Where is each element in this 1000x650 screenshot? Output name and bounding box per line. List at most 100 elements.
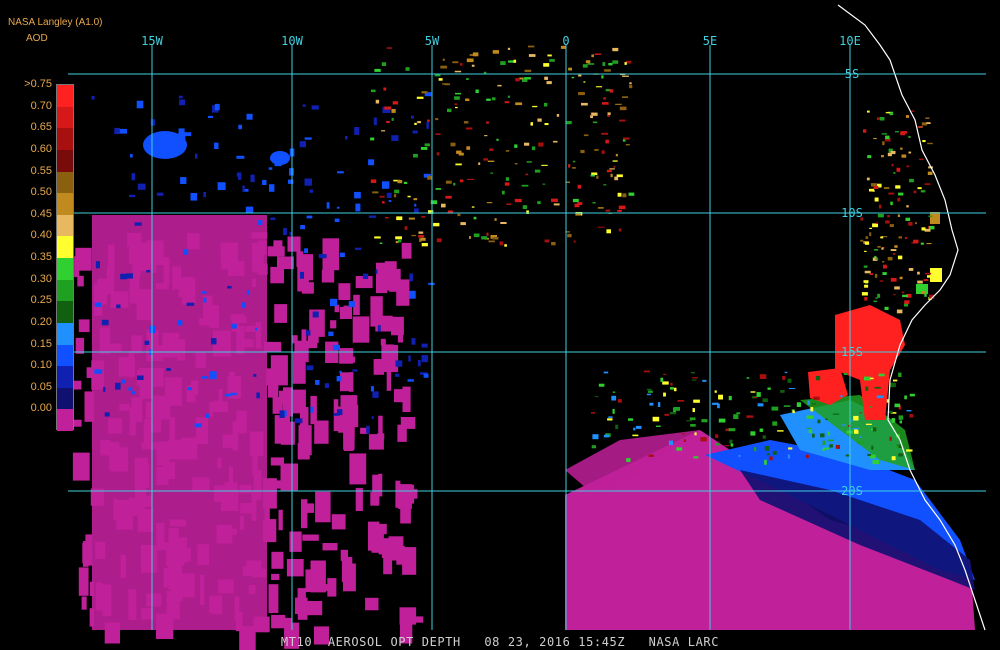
aod-pixel [817, 419, 821, 424]
aod-pixel [582, 64, 588, 68]
aod-pixel [828, 439, 834, 442]
aod-pixel [663, 373, 667, 375]
aod-pixel [780, 390, 785, 393]
aod-pixel [895, 185, 901, 189]
aod-pixel [544, 123, 549, 126]
aod-pixel [381, 62, 387, 66]
aod-pixel [873, 186, 879, 189]
aod-pixel [825, 418, 828, 420]
aod-pixel [131, 391, 136, 395]
aod-pixel [603, 97, 607, 100]
aod-pixel [129, 194, 136, 197]
aod-pixel [184, 132, 192, 137]
aod-pixel [94, 369, 103, 374]
aod-pixel [926, 122, 931, 124]
aod-pixel [315, 380, 320, 385]
aod-pixel [822, 450, 830, 454]
aod-pixel [598, 383, 605, 387]
aod-pixel [331, 514, 346, 530]
aod-pixel [284, 410, 287, 417]
aod-pixel [418, 235, 425, 238]
aod-pixel [268, 378, 279, 398]
aod-pixel [514, 163, 518, 165]
aod-pixel [764, 445, 770, 451]
aod-pixel [326, 202, 330, 209]
aod-pixel [700, 437, 707, 442]
aod-pixel [240, 503, 252, 514]
colorbar-label: 0.20 [30, 315, 52, 328]
aod-pixel [381, 345, 399, 373]
aod-pixel [605, 209, 611, 212]
aod-pixel [392, 101, 399, 105]
aod-pixel [418, 231, 424, 234]
aod-pixel [607, 112, 611, 115]
aod-pixel [691, 379, 697, 381]
aod-pixel [612, 391, 616, 393]
aod-pixel [787, 454, 790, 459]
aod-pixel [883, 187, 890, 190]
aod-pixel [368, 434, 384, 450]
aod-pixel [146, 593, 162, 607]
aod-pixel [253, 616, 270, 633]
aod-pixel [874, 386, 881, 389]
aod-pixel [805, 454, 809, 459]
aod-pixel [859, 436, 863, 438]
aod-pixel [105, 343, 122, 353]
aod-pixel [652, 416, 660, 422]
aod-pixel [670, 382, 673, 386]
aod-pixel [810, 407, 814, 412]
aod-pixel [289, 168, 294, 176]
aod-pixel [908, 136, 911, 138]
aod-pixel [95, 582, 103, 611]
aod-pixel [423, 373, 429, 378]
aod-pixel [767, 387, 771, 390]
aod-pixel [242, 566, 257, 576]
aod-pixel [434, 74, 441, 77]
aod-pixel [178, 128, 185, 133]
aod-pixel [402, 386, 411, 412]
aod-pixel [288, 179, 294, 184]
aod-pixel [606, 169, 612, 173]
aod-pixel [492, 50, 499, 54]
aod-pixel [504, 244, 507, 247]
aod-pixel [102, 584, 112, 616]
aod-pixel [519, 77, 524, 80]
aod-pixel [397, 424, 407, 442]
aod-pixel [416, 96, 424, 99]
aod-pixel [294, 418, 303, 424]
aod-pixel [141, 442, 159, 450]
aod-pixel [412, 130, 418, 134]
aod-pixel [322, 543, 338, 551]
aod-pixel [393, 194, 397, 198]
aod-pixel [494, 218, 497, 221]
aod-pixel [872, 459, 880, 465]
aod-pixel [300, 394, 306, 405]
aod-pixel [821, 449, 825, 451]
aod-pixel [115, 382, 121, 390]
aod-pixel [436, 152, 440, 156]
aod-pixel [150, 119, 156, 126]
aod-pixel [840, 395, 843, 398]
aod-pixel [602, 62, 606, 66]
aod-pixel [701, 419, 708, 423]
aod-pixel [693, 456, 699, 459]
aod-pixel [128, 589, 137, 620]
aod-pixel [339, 370, 342, 374]
aod-pixel [378, 538, 395, 555]
aod-pixel [163, 257, 170, 285]
aod-pixel [375, 99, 380, 104]
aod-pixel [507, 95, 510, 98]
aod-pixel [169, 417, 176, 445]
aod-pixel [615, 103, 622, 105]
aod-pixel [759, 428, 764, 432]
aod-pixel [682, 433, 686, 435]
aod-pixel [129, 279, 140, 304]
aod-pixel [864, 270, 871, 274]
aod-pixel [577, 202, 583, 205]
aod-pixel [591, 172, 598, 175]
aod-pixel [174, 537, 187, 563]
aod-pixel [606, 229, 611, 234]
aod-pixel [169, 519, 187, 527]
aod-pixel [420, 147, 428, 150]
aod-pixel [447, 108, 452, 113]
